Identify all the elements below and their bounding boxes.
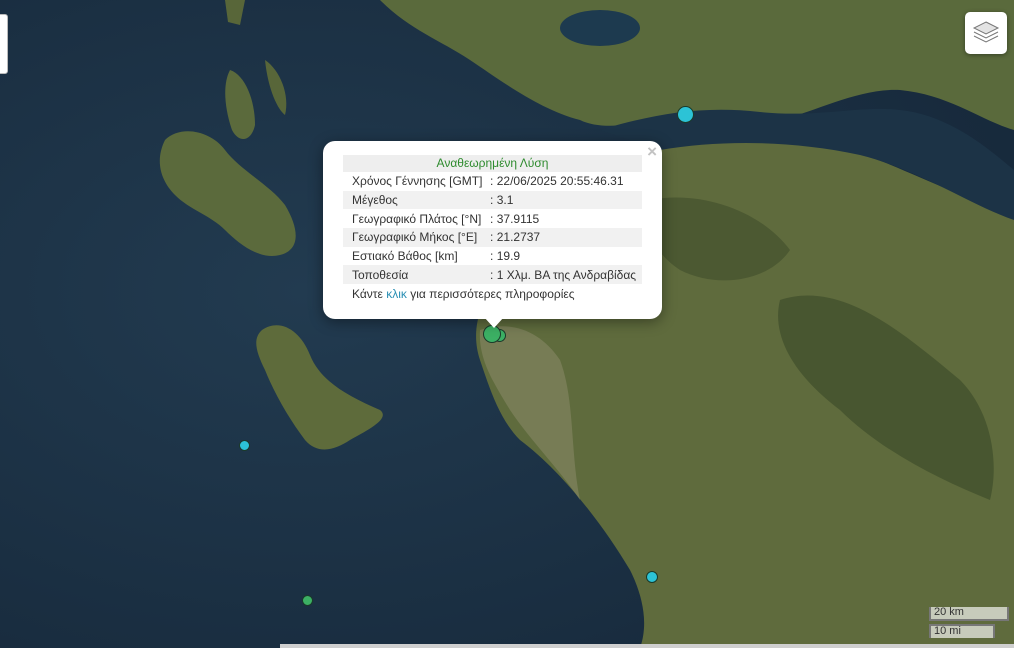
earthquake-popup: × Αναθεωρημένη Λύση Χρόνος Γέννησης [GMT… xyxy=(323,141,662,319)
earthquake-marker[interactable] xyxy=(646,571,658,583)
popup-tip xyxy=(484,317,504,328)
more-prefix: Κάντε xyxy=(352,287,387,302)
zoom-control[interactable] xyxy=(0,14,8,74)
row-value: : 3.1 xyxy=(488,190,642,210)
scale-mi: 10 mi xyxy=(929,624,995,638)
row-label: Μέγεθος xyxy=(343,190,489,210)
row-label: Τοποθεσία xyxy=(343,265,489,285)
earthquake-marker[interactable] xyxy=(302,595,313,606)
row-label: Γεωγραφικό Πλάτος [°N] xyxy=(352,211,482,226)
layers-icon xyxy=(972,21,1000,43)
table-row: Τοποθεσία : 1 Χλμ. ΒΑ της Ανδραβίδας xyxy=(343,265,642,285)
close-icon[interactable]: × xyxy=(647,143,657,161)
row-value: : 37.9115 xyxy=(490,211,540,226)
row-value: : 1 Χλμ. ΒΑ της Ανδραβίδας xyxy=(488,265,642,285)
more-info-link[interactable]: κλικ xyxy=(386,287,407,301)
row-label: Εστιακό Βάθος [km] xyxy=(352,249,458,264)
row-label: Χρόνος Γέννησης [GMT] xyxy=(352,174,483,189)
layers-button[interactable] xyxy=(965,12,1007,54)
row-label: Γεωγραφικό Μήκος [°E] xyxy=(343,228,489,247)
satellite-map[interactable] xyxy=(0,0,1014,648)
more-info-line: Κάντε κλικ για περισσότερες πληροφορίες xyxy=(343,285,642,304)
row-value: : 19.9 xyxy=(490,249,521,264)
table-row: Εστιακό Βάθος [km] : 19.9 xyxy=(343,247,642,266)
info-table: Χρόνος Γέννησης [GMT] : 22/06/2025 20:55… xyxy=(343,172,642,285)
more-suffix: για περισσότερες πληροφορίες xyxy=(406,287,575,302)
table-row: Γεωγραφικό Μήκος [°E] : 21.2737 xyxy=(343,228,642,247)
table-row: Χρόνος Γέννησης [GMT] : 22/06/2025 20:55… xyxy=(343,172,642,191)
table-row: Γεωγραφικό Πλάτος [°N] : 37.9115 xyxy=(343,209,642,228)
row-value: : 22/06/2025 20:55:46.31 xyxy=(490,174,624,189)
scale-km: 20 km xyxy=(929,607,1009,621)
lake xyxy=(560,10,640,46)
earthquake-marker[interactable] xyxy=(239,440,250,451)
earthquake-marker[interactable] xyxy=(677,106,694,123)
table-row: Μέγεθος : 3.1 xyxy=(343,190,642,210)
popup-title: Αναθεωρημένη Λύση xyxy=(343,155,642,172)
row-value: : 21.2737 xyxy=(488,228,642,247)
